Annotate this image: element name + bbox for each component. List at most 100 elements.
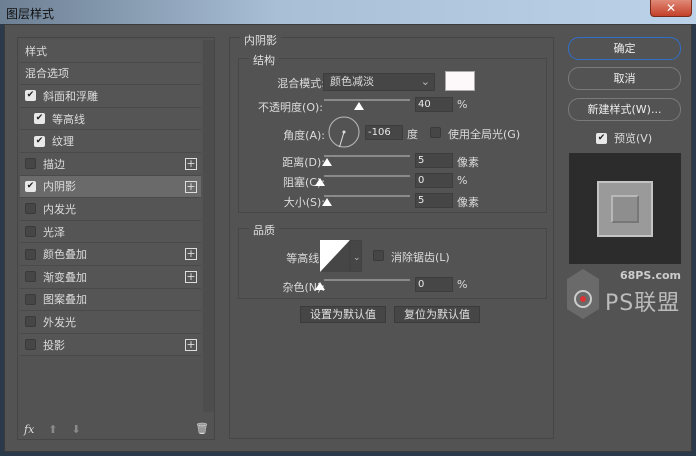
sidebar-item[interactable]: ✔ 斜面和浮雕: [20, 85, 201, 108]
sidebar-item-label: 等高线: [52, 112, 85, 126]
angle-input[interactable]: -106: [365, 125, 403, 140]
new-style-button[interactable]: 新建样式(W)...: [568, 98, 681, 121]
scrollbar[interactable]: [203, 40, 214, 412]
add-effect-icon[interactable]: +: [185, 157, 197, 170]
distance-label: 距离(D):: [282, 156, 325, 169]
size-unit: 像素: [457, 196, 479, 209]
sidebar-item-label: 混合选项: [25, 67, 69, 81]
close-button[interactable]: ✕: [650, 0, 692, 17]
chevron-down-icon: ⌄: [420, 75, 430, 88]
fx-button[interactable]: fx: [24, 423, 34, 436]
styles-footer: fx ⬆ ⬇ 🗑: [24, 420, 209, 438]
layer-style-dialog: 样式 混合选项 ✔ 斜面和浮雕 ✔ 等高线 ✔ 纹理 描边 + ✔ 内阴影 + 内发光 光泽 颜色叠加 + 渐变叠…: [4, 24, 692, 452]
choke-input[interactable]: 0: [415, 173, 453, 188]
add-effect-icon[interactable]: +: [185, 180, 197, 193]
distance-slider[interactable]: [322, 155, 410, 166]
global-light-checkbox[interactable]: [430, 127, 441, 138]
sidebar-item-label: 外发光: [43, 315, 76, 329]
move-down-icon[interactable]: ⬇: [72, 423, 81, 436]
sidebar-item-label: 内阴影: [43, 180, 76, 194]
structure-title: 结构: [249, 52, 279, 68]
shadow-color-swatch[interactable]: [445, 71, 475, 91]
sidebar-checkbox[interactable]: [25, 226, 36, 238]
opacity-slider[interactable]: [324, 99, 410, 110]
sidebar-checkbox[interactable]: [25, 339, 36, 351]
preview-checkbox[interactable]: ✔: [596, 132, 607, 144]
sidebar-checkbox[interactable]: ✔: [34, 113, 45, 125]
set-default-button[interactable]: 设置为默认值: [300, 306, 386, 323]
watermark-logo-icon: [567, 269, 599, 319]
choke-unit: %: [457, 174, 468, 187]
blend-mode-value: 颜色减淡: [330, 75, 374, 88]
preview-tile-inner: [611, 195, 639, 223]
preview-tile: [597, 181, 653, 237]
contour-picker[interactable]: ⌄: [320, 240, 362, 272]
sidebar-checkbox[interactable]: ✔: [25, 90, 36, 102]
add-effect-icon[interactable]: +: [185, 248, 197, 261]
slider-thumb[interactable]: [322, 158, 332, 166]
sidebar-item[interactable]: 投影 +: [20, 333, 201, 357]
watermark-site: 68PS.com: [619, 269, 681, 282]
sidebar-checkbox[interactable]: [25, 271, 36, 283]
preview-label: 预览(V): [614, 132, 653, 145]
distance-input[interactable]: 5: [415, 153, 453, 168]
ok-button[interactable]: 确定: [568, 37, 681, 60]
sidebar-item[interactable]: 内发光: [20, 198, 201, 221]
move-up-icon[interactable]: ⬆: [48, 423, 57, 436]
sidebar-checkbox[interactable]: ✔: [25, 180, 36, 192]
panel-title: 内阴影: [240, 32, 281, 48]
sidebar-item-label: 斜面和浮雕: [43, 89, 98, 103]
reset-default-button[interactable]: 复位为默认值: [394, 306, 480, 323]
trash-icon[interactable]: 🗑: [195, 422, 209, 435]
sidebar-item[interactable]: ✔ 内阴影 +: [20, 175, 201, 199]
sidebar-checkbox[interactable]: [25, 248, 36, 260]
antialias-label: 消除锯齿(L): [391, 251, 450, 264]
sidebar-item-label: 渐变叠加: [43, 270, 87, 284]
preview-toggle[interactable]: ✔ 预览(V): [596, 130, 652, 146]
size-slider[interactable]: [322, 195, 410, 206]
sidebar-item[interactable]: 样式: [20, 40, 201, 63]
inner-shadow-panel: 内阴影 结构 混合模式: 颜色减淡 ⌄ 不透明度(O): 40 % 角度(A): …: [229, 32, 554, 439]
choke-slider[interactable]: [315, 175, 410, 186]
sidebar-item[interactable]: 颜色叠加 +: [20, 243, 201, 266]
size-input[interactable]: 5: [415, 193, 453, 208]
noise-input[interactable]: 0: [415, 277, 453, 292]
add-effect-icon[interactable]: +: [185, 270, 197, 283]
sidebar-item[interactable]: 外发光: [20, 311, 201, 334]
choke-label: 阻塞(C):: [283, 176, 325, 189]
sidebar-checkbox[interactable]: [25, 293, 36, 305]
sidebar-checkbox[interactable]: ✔: [34, 135, 45, 147]
sidebar-item-label: 光泽: [43, 225, 65, 239]
sidebar-item[interactable]: 图案叠加: [20, 288, 201, 312]
blend-mode-select[interactable]: 颜色减淡 ⌄: [323, 73, 435, 91]
sidebar-item-label: 描边: [43, 157, 65, 171]
slider-thumb[interactable]: [315, 282, 325, 290]
svg-text:⌄: ⌄: [353, 253, 361, 263]
slider-thumb[interactable]: [354, 102, 364, 110]
opacity-input[interactable]: 40: [415, 97, 453, 112]
sidebar-item[interactable]: 混合选项: [20, 62, 201, 86]
sidebar-item[interactable]: ✔ 等高线: [20, 107, 201, 131]
sidebar-checkbox[interactable]: [25, 316, 36, 328]
sidebar-item-label: 样式: [25, 44, 47, 58]
sidebar-item[interactable]: 渐变叠加 +: [20, 265, 201, 289]
sidebar-item[interactable]: 光泽: [20, 220, 201, 244]
angle-unit: 度: [407, 128, 418, 141]
sidebar-item-label: 内发光: [43, 202, 76, 216]
window-title: 图层样式: [6, 7, 55, 21]
watermark: 68PS.com PS联盟: [567, 267, 689, 352]
slider-thumb[interactable]: [315, 178, 325, 186]
add-effect-icon[interactable]: +: [185, 338, 197, 351]
cancel-button[interactable]: 取消: [568, 67, 681, 90]
noise-unit: %: [457, 278, 468, 291]
sidebar-checkbox[interactable]: [25, 158, 36, 170]
noise-label: 杂色(N):: [282, 281, 325, 294]
sidebar-checkbox[interactable]: [25, 203, 36, 215]
size-label: 大小(S):: [283, 196, 325, 209]
noise-slider[interactable]: [315, 279, 410, 290]
slider-thumb[interactable]: [322, 198, 332, 206]
angle-dial[interactable]: [327, 115, 361, 149]
sidebar-item[interactable]: ✔ 纹理: [20, 130, 201, 153]
antialias-checkbox[interactable]: [373, 250, 384, 261]
sidebar-item[interactable]: 描边 +: [20, 152, 201, 176]
